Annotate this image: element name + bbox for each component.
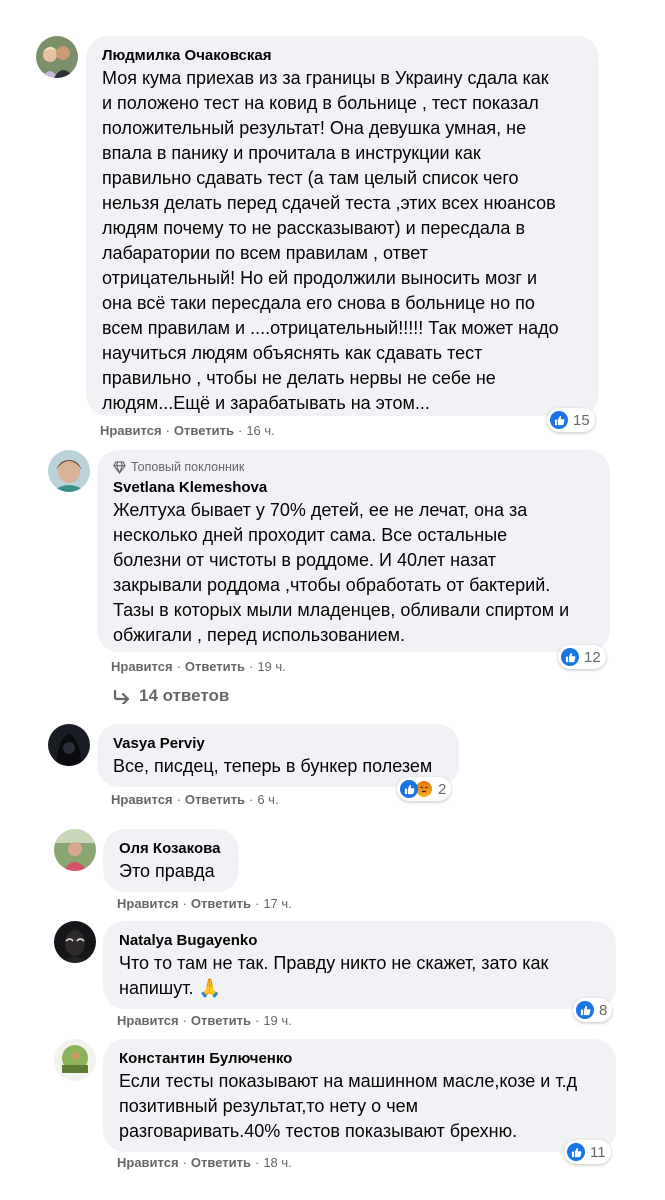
like-link[interactable]: Нравится: [111, 659, 173, 674]
comment-bubble: Оля Козакова Это правда: [103, 829, 239, 892]
avatar[interactable]: [48, 450, 90, 492]
comment-bubble: Людмилка Очаковская Моя кума приехав из …: [86, 36, 599, 416]
comment-actions: Нравится · Ответить · 6 ч.: [111, 792, 279, 807]
comment-author[interactable]: Svetlana Klemeshova: [113, 478, 594, 498]
reply-link[interactable]: Ответить: [191, 896, 251, 911]
comment-actions: Нравится · Ответить · 17 ч.: [117, 896, 292, 911]
comment-text: Желтуха бывает у 70% детей, ее не лечат,…: [113, 500, 570, 645]
avatar[interactable]: [54, 921, 96, 963]
comment-text: Если тесты показывают на машинном масле,…: [119, 1071, 578, 1141]
comment-actions: Нравится · Ответить · 18 ч.: [117, 1155, 292, 1170]
comment-text: Что то там не так. Правду никто не скаже…: [119, 953, 549, 998]
comment-text: Это правда: [119, 861, 215, 881]
like-link[interactable]: Нравится: [117, 896, 179, 911]
like-link[interactable]: Нравится: [117, 1155, 179, 1170]
reply-link[interactable]: Ответить: [174, 423, 234, 438]
comment-bubble: Natalya Bugayenko Что то там не так. Пра…: [103, 921, 616, 1009]
reaction-count[interactable]: 8: [573, 998, 613, 1022]
timestamp[interactable]: 17 ч.: [263, 896, 291, 911]
comment-actions: Нравится · Ответить · 19 ч.: [111, 659, 286, 674]
timestamp[interactable]: 16 ч.: [246, 423, 274, 438]
reaction-count[interactable]: 12: [558, 645, 606, 669]
timestamp[interactable]: 19 ч.: [263, 1013, 291, 1028]
comment-bubble: Топовый поклонник Svetlana Klemeshova Же…: [97, 450, 610, 652]
like-link[interactable]: Нравится: [100, 423, 162, 438]
comment-text: Моя кума приехав из за границы в Украину…: [102, 68, 559, 413]
like-reaction-icon: [576, 1001, 594, 1019]
avatar[interactable]: [36, 36, 78, 78]
avatar[interactable]: [54, 829, 96, 871]
avatar[interactable]: [54, 1039, 96, 1081]
reply-link[interactable]: Ответить: [185, 792, 245, 807]
like-reaction-icon: [550, 411, 568, 429]
reaction-count[interactable]: 2: [397, 777, 452, 801]
comment-author[interactable]: Константин Булюченко: [119, 1049, 600, 1069]
timestamp[interactable]: 6 ч.: [257, 792, 278, 807]
comment-author[interactable]: Vasya Perviy: [113, 734, 443, 754]
diamond-icon: [113, 460, 126, 474]
comment-bubble: Константин Булюченко Если тесты показыва…: [103, 1039, 616, 1152]
like-reaction-icon: [561, 648, 579, 666]
reaction-count[interactable]: 15: [547, 408, 595, 432]
reply-link[interactable]: Ответить: [185, 659, 245, 674]
reply-arrow-icon: [113, 689, 130, 704]
like-reaction-icon: [400, 780, 418, 798]
comment-text: Все, писдец, теперь в бункер полезем: [113, 756, 433, 776]
avatar[interactable]: [48, 724, 90, 766]
like-link[interactable]: Нравится: [117, 1013, 179, 1028]
top-fan-badge: Топовый поклонник: [113, 458, 594, 476]
comment-actions: Нравится · Ответить · 19 ч.: [117, 1013, 292, 1028]
comment-actions: Нравится · Ответить · 16 ч.: [100, 423, 275, 438]
reply-link[interactable]: Ответить: [191, 1155, 251, 1170]
like-reaction-icon: [567, 1143, 585, 1161]
timestamp[interactable]: 18 ч.: [263, 1155, 291, 1170]
timestamp[interactable]: 19 ч.: [257, 659, 285, 674]
comment-author[interactable]: Людмилка Очаковская: [102, 46, 583, 66]
reaction-count[interactable]: 11: [564, 1140, 611, 1164]
view-replies-link[interactable]: 14 ответов: [113, 686, 229, 706]
like-link[interactable]: Нравится: [111, 792, 173, 807]
comment-author[interactable]: Оля Козакова: [119, 839, 223, 859]
comment-author[interactable]: Natalya Bugayenko: [119, 931, 600, 951]
reply-link[interactable]: Ответить: [191, 1013, 251, 1028]
